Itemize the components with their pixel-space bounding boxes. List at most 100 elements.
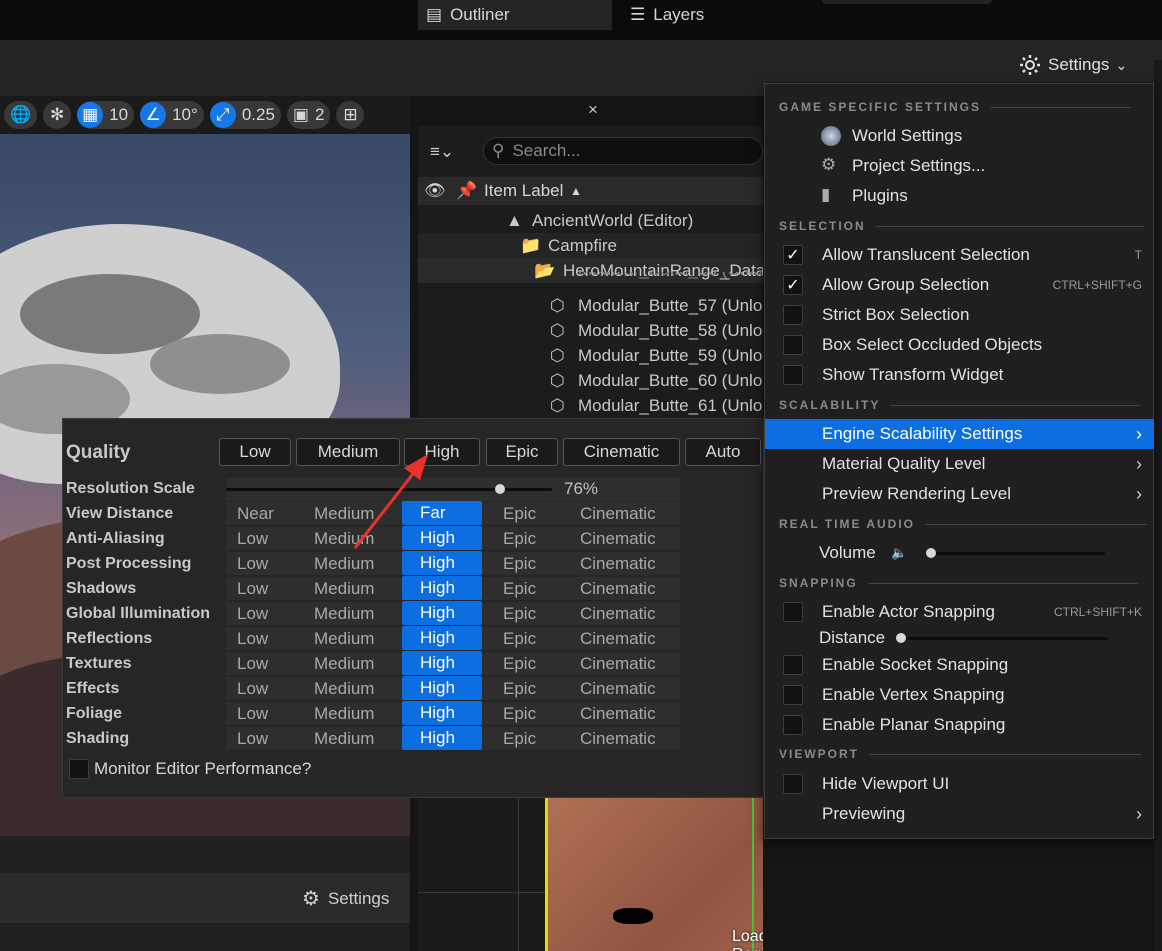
scale-snap-button[interactable]: ⤢ 0.25 [209, 101, 281, 129]
plugins-item[interactable]: ▮ Plugins [765, 181, 1154, 211]
quality-option[interactable]: Epic [503, 651, 536, 676]
quality-option[interactable]: Cinematic [580, 626, 656, 651]
planar-snapping-checkbox[interactable] [783, 715, 803, 735]
box-occluded-checkbox[interactable] [783, 335, 803, 355]
socket-snapping-checkbox[interactable] [783, 655, 803, 675]
list-item[interactable]: ⬡ Modular_Butte_59 (Unlo [418, 343, 763, 368]
quality-option[interactable]: Cinematic [580, 726, 656, 751]
quality-option[interactable]: Cinematic [580, 676, 656, 701]
preset-auto-button[interactable]: Auto [685, 438, 761, 466]
allow-translucent-checkbox[interactable]: ✓ [783, 245, 803, 265]
preset-epic-button[interactable]: Epic [486, 438, 558, 466]
viewport-layout-button[interactable]: ⊞ [336, 101, 365, 129]
volume-slider-knob[interactable] [926, 548, 936, 558]
quality-option[interactable]: Low [237, 701, 268, 726]
quality-option[interactable]: Medium [314, 701, 374, 726]
quality-option[interactable]: Low [237, 526, 268, 551]
quality-option[interactable]: Low [237, 626, 268, 651]
quality-option[interactable]: Low [237, 551, 268, 576]
close-icon[interactable]: × [588, 100, 598, 120]
socket-snapping-item[interactable]: Enable Socket Snapping [765, 650, 1154, 680]
quality-option[interactable]: Medium [314, 651, 374, 676]
quality-option[interactable]: Low [237, 651, 268, 676]
quality-option[interactable]: Low [237, 726, 268, 751]
preset-high-button[interactable]: High [404, 438, 480, 466]
list-item[interactable]: ⬡ Modular_Butte_57 (Unlo [418, 293, 763, 318]
column-item-label[interactable]: Item Label [484, 181, 563, 201]
quality-option[interactable]: Medium [314, 501, 374, 526]
rotation-snap-button[interactable]: ∠ 10° [140, 101, 204, 129]
quality-option[interactable]: Epic [503, 551, 536, 576]
quality-option[interactable]: Epic [503, 701, 536, 726]
list-item[interactable]: Modular_Butte_56 (Unlo [418, 272, 763, 286]
tab-layers[interactable]: ☰ Layers [626, 0, 704, 30]
quality-option-selected[interactable]: High [402, 601, 482, 625]
quality-option-selected[interactable]: Far [402, 501, 482, 525]
material-quality-item[interactable]: Material Quality Level › [765, 449, 1154, 479]
quality-option[interactable]: Medium [314, 526, 374, 551]
quality-option[interactable]: Medium [314, 576, 374, 601]
quality-option[interactable]: Cinematic [580, 601, 656, 626]
allow-translucent-selection-item[interactable]: ✓ Allow Translucent Selection T [765, 240, 1154, 270]
quality-option-selected[interactable]: High [402, 526, 482, 550]
quality-option[interactable]: Epic [503, 601, 536, 626]
quality-option[interactable]: Medium [314, 726, 374, 751]
preset-low-button[interactable]: Low [219, 438, 291, 466]
speaker-muted-icon[interactable]: 🔈 [891, 545, 907, 561]
quality-option-selected[interactable]: High [402, 676, 482, 700]
quality-option[interactable]: Epic [503, 676, 536, 701]
quality-option[interactable]: Cinematic [580, 526, 656, 551]
strict-box-selection-item[interactable]: Strict Box Selection [765, 300, 1154, 330]
quality-option[interactable]: Epic [503, 726, 536, 751]
search-input[interactable]: ⚲ Search... [483, 137, 763, 165]
surface-snap-button[interactable]: ✻ [43, 101, 72, 129]
list-item[interactable]: ⬡ Modular_Butte_60 (Unlo [418, 368, 763, 393]
planar-snapping-item[interactable]: Enable Planar Snapping [765, 710, 1154, 740]
preview-rendering-item[interactable]: Preview Rendering Level › [765, 479, 1154, 509]
world-space-button[interactable]: 🌐 [4, 101, 38, 129]
allow-group-checkbox[interactable]: ✓ [783, 275, 803, 295]
quality-option[interactable]: Low [237, 576, 268, 601]
quality-option[interactable]: Cinematic [580, 576, 656, 601]
quality-option[interactable]: Cinematic [580, 701, 656, 726]
quality-option-selected[interactable]: High [402, 576, 482, 600]
quality-option[interactable]: Medium [314, 551, 374, 576]
quality-option[interactable]: Cinematic [580, 501, 656, 526]
vertex-snapping-checkbox[interactable] [783, 685, 803, 705]
quality-option-selected[interactable]: High [402, 626, 482, 650]
quality-option[interactable]: Epic [503, 526, 536, 551]
world-settings-item[interactable]: World Settings [765, 121, 1154, 151]
project-settings-item[interactable]: ⚙ Project Settings... [765, 151, 1154, 181]
quality-option-selected[interactable]: High [402, 651, 482, 675]
quality-option[interactable]: Epic [503, 626, 536, 651]
settings-button[interactable]: Settings ⌄ [1018, 52, 1127, 78]
show-transform-widget-item[interactable]: Show Transform Widget [765, 360, 1154, 390]
tab-outliner[interactable]: ▤ Outliner [418, 0, 612, 30]
snap-distance-slider[interactable] [900, 637, 1108, 640]
world-partition-map[interactable]: Loaded Region [418, 798, 763, 951]
quality-option[interactable]: Medium [314, 626, 374, 651]
strict-box-checkbox[interactable] [783, 305, 803, 325]
snap-distance-knob[interactable] [896, 633, 906, 643]
actor-snapping-checkbox[interactable] [783, 602, 803, 622]
previewing-item[interactable]: Previewing › [765, 799, 1154, 829]
engine-scalability-item[interactable]: Engine Scalability Settings › [765, 419, 1154, 449]
quality-option[interactable]: Medium [314, 601, 374, 626]
preset-cinematic-button[interactable]: Cinematic [563, 438, 680, 466]
quality-option-selected[interactable]: High [402, 551, 482, 575]
quality-option[interactable]: Cinematic [580, 551, 656, 576]
quality-option[interactable]: Low [237, 676, 268, 701]
quality-option[interactable]: Low [237, 601, 268, 626]
box-select-occluded-item[interactable]: Box Select Occluded Objects [765, 330, 1154, 360]
eye-icon[interactable]: 👁 [424, 181, 446, 201]
quality-option-selected[interactable]: High [402, 726, 482, 750]
quality-option[interactable]: Epic [503, 576, 536, 601]
hide-viewport-ui-checkbox[interactable] [783, 774, 803, 794]
quality-option[interactable]: Near [237, 501, 274, 526]
pin-icon[interactable]: 📌 [456, 181, 477, 201]
list-item[interactable]: ⬡ Modular_Butte_61 (Unlo [418, 393, 763, 418]
quality-option[interactable]: Cinematic [580, 651, 656, 676]
outliner-row-campfire[interactable]: 📁 Campfire [418, 233, 763, 258]
quality-option[interactable]: Medium [314, 676, 374, 701]
camera-speed-button[interactable]: ▣ 2 [286, 101, 331, 129]
